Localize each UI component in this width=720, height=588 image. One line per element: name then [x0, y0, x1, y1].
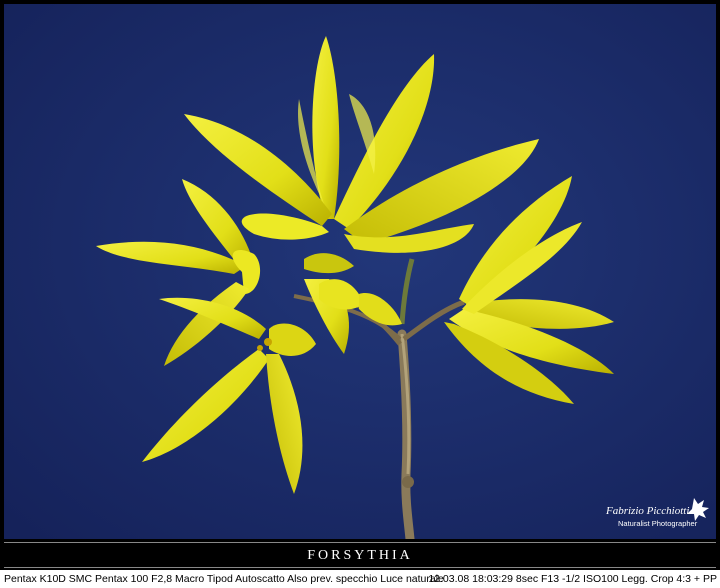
- flower-photo: Fabrizio Picchiotti Naturalist Photograp…: [4, 4, 716, 539]
- subtitle-text: Naturalist Photographer: [618, 519, 698, 528]
- forsythia-illustration: [4, 4, 716, 539]
- background: [4, 4, 716, 539]
- exif-row: Pentax K10D SMC Pentax 100 F2,8 Macro Ti…: [0, 570, 720, 588]
- camera-info: Pentax K10D SMC Pentax 100 F2,8 Macro Ti…: [4, 573, 444, 585]
- signature-text: Fabrizio Picchiotti: [605, 505, 689, 517]
- photographer-watermark: Fabrizio Picchiotti Naturalist Photograp…: [604, 494, 716, 534]
- photo-title: Forsythia: [307, 548, 413, 563]
- shot-info: 12.03.08 18:03:29 8sec F13 -1/2 ISO100 L…: [428, 573, 717, 585]
- dragonfly-icon: [687, 498, 709, 521]
- signature-logo: Fabrizio Picchiotti Naturalist Photograp…: [605, 498, 709, 528]
- caption-bar: Forsythia: [4, 542, 716, 568]
